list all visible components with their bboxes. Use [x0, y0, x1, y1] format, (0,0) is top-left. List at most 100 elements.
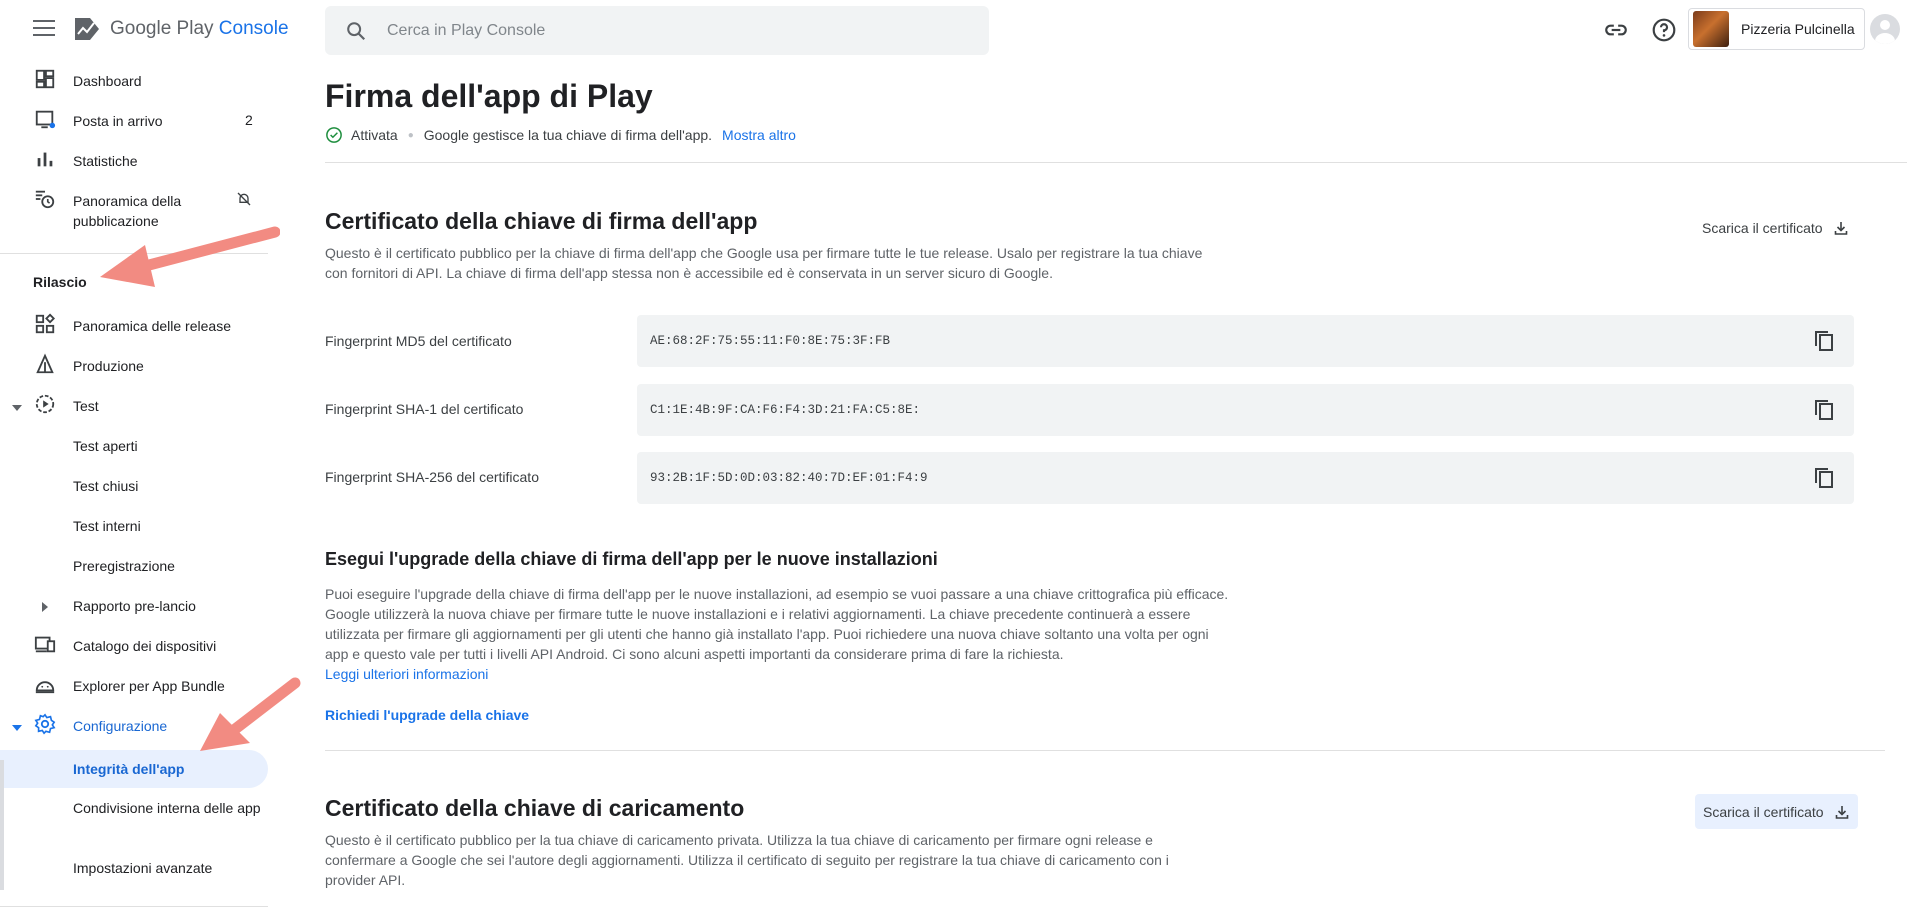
sha256-value: 93:2B:1F:5D:0D:03:82:40:7D:EF:01:F4:9 — [650, 471, 928, 485]
sidebar-item-label: Preregistrazione — [73, 558, 175, 574]
signing-cert-title: Certificato della chiave di firma dell'a… — [325, 208, 758, 234]
sha256-label: Fingerprint SHA-256 del certificato — [325, 469, 539, 485]
play-console-logo-icon — [75, 18, 99, 40]
download-upload-cert-button[interactable]: Scarica il certificato — [1695, 794, 1858, 829]
download-signing-cert-button[interactable]: Scarica il certificato — [1694, 212, 1857, 244]
android-bundle-icon — [35, 681, 55, 694]
logo-console: Console — [218, 18, 289, 39]
sidebar-item-app-bundle-explorer[interactable]: Explorer per App Bundle — [0, 670, 268, 706]
separator-dot: ● — [407, 129, 414, 141]
upgrade-key-title: Esegui l'upgrade della chiave di firma d… — [325, 549, 938, 569]
sidebar-item-internal-app-sharing[interactable]: Condivisione interna delle app — [0, 796, 268, 848]
publishing-overview-icon — [35, 190, 55, 209]
md5-value: AE:68:2F:75:55:11:F0:8E:75:3F:FB — [650, 334, 891, 348]
sidebar-item-advanced-settings[interactable]: Impostazioni avanzate — [0, 856, 268, 892]
copy-icon[interactable] — [1812, 398, 1836, 422]
inbox-icon — [35, 110, 56, 129]
sidebar-item-label: Produzione — [73, 358, 144, 374]
sidebar-item-open-testing[interactable]: Test aperti — [0, 430, 268, 466]
upload-cert-title: Certificato della chiave di caricamento — [325, 795, 745, 821]
release-overview-icon — [35, 313, 56, 334]
sidebar-item-production[interactable]: Produzione — [0, 350, 268, 386]
search-bar[interactable] — [325, 6, 989, 55]
copy-icon[interactable] — [1812, 466, 1836, 490]
dashboard-icon — [35, 69, 55, 89]
signing-cert-description: Questo è il certificato pubblico per la … — [325, 245, 1203, 281]
sidebar-item-label: Test interni — [73, 518, 141, 534]
sha1-label: Fingerprint SHA-1 del certificato — [325, 401, 524, 417]
download-button-label: Scarica il certificato — [1703, 803, 1824, 820]
sidebar-item-label: Condivisione interna delle app — [73, 800, 261, 816]
gear-icon — [34, 713, 56, 735]
search-input[interactable] — [387, 21, 947, 40]
download-button-label: Scarica il certificato — [1702, 220, 1823, 236]
user-avatar[interactable] — [1870, 14, 1900, 44]
account-switcher[interactable]: Pizzeria Pulcinella — [1688, 8, 1865, 50]
sidebar-item-pre-launch-report[interactable]: Rapporto pre-lancio — [0, 590, 268, 626]
sidebar-item-preregistration[interactable]: Preregistrazione — [0, 550, 268, 586]
notifications-off-icon — [237, 192, 251, 206]
sidebar-item-testing[interactable]: Test — [0, 390, 268, 426]
status-description: Google gestisce la tua chiave di firma d… — [423, 127, 713, 143]
sidebar-item-label: Integrità dell'app — [73, 761, 185, 777]
md5-fingerprint-field: AE:68:2F:75:55:11:F0:8E:75:3F:FB — [637, 315, 1854, 367]
sidebar-item-label: Statistiche — [73, 153, 138, 169]
download-icon — [1834, 222, 1847, 235]
sidebar-item-label: Panoramica della pubblicazione — [73, 193, 182, 229]
chevron-down-icon — [12, 725, 22, 731]
logo-text: Google Play Console — [110, 18, 289, 40]
sidebar-divider — [0, 253, 268, 254]
upload-cert-description: Questo è il certificato pubblico per la … — [325, 832, 1169, 888]
sidebar-item-label: Panoramica delle release — [73, 318, 231, 334]
sidebar-scrollbar[interactable] — [0, 760, 4, 890]
sidebar-item-label: Rapporto pre-lancio — [73, 598, 196, 614]
page-title: Firma dell'app di Play — [325, 78, 653, 114]
sidebar-item-label: Test — [73, 398, 99, 414]
play-console-logo[interactable]: Google Play Console — [72, 14, 289, 44]
sidebar-item-release-overview[interactable]: Panoramica delle release — [0, 310, 268, 346]
sidebar-item-label: Catalogo dei dispositivi — [73, 638, 217, 654]
search-icon — [347, 21, 366, 40]
logo-brand: Google Play — [110, 18, 214, 39]
status-badge: Attivata — [351, 127, 398, 143]
sidebar-item-device-catalog[interactable]: Catalogo dei dispositivi — [0, 630, 268, 666]
md5-label: Fingerprint MD5 del certificato — [325, 333, 512, 349]
section-title-release: Rilascio — [33, 274, 87, 290]
sidebar-item-app-integrity[interactable]: Integrità dell'app — [0, 750, 268, 788]
account-avatar — [1693, 11, 1729, 47]
sidebar-item-label: Dashboard — [73, 73, 142, 89]
show-more-link[interactable]: Mostra altro — [722, 127, 796, 143]
sidebar-item-label: Test chiusi — [73, 478, 139, 494]
play-console-app: Google Play Console Pizzeria Pulcinella — [0, 0, 1907, 923]
link-icon[interactable] — [1603, 17, 1629, 43]
sidebar-item-label: Explorer per App Bundle — [73, 678, 225, 694]
sidebar-item-dashboard[interactable]: Dashboard — [0, 64, 268, 100]
sidebar-item-setup[interactable]: Configurazione — [0, 710, 268, 746]
bar-chart-icon — [37, 152, 53, 167]
header-divider — [325, 162, 1907, 163]
copy-icon[interactable] — [1812, 329, 1836, 353]
sha1-value: C1:1E:4B:9F:CA:F6:F4:3D:21:FA:C5:8E: — [650, 403, 921, 417]
request-key-upgrade-button[interactable]: Richiedi l'upgrade della chiave — [325, 707, 529, 723]
sidebar-item-inbox[interactable]: Posta in arrivo 2 — [0, 104, 268, 140]
sidebar-item-internal-testing[interactable]: Test interni — [0, 510, 268, 546]
menu-icon[interactable] — [33, 20, 55, 38]
account-name: Pizzeria Pulcinella — [1741, 21, 1855, 37]
testing-icon — [35, 394, 55, 414]
sidebar-item-publishing-overview[interactable]: Panoramica della pubblicazione — [0, 184, 268, 240]
sha256-fingerprint-field: 93:2B:1F:5D:0D:03:82:40:7D:EF:01:F4:9 — [637, 452, 1854, 504]
chevron-right-icon — [42, 602, 48, 612]
sidebar: Dashboard Posta in arrivo 2 Statistiche — [0, 60, 272, 923]
devices-icon — [34, 636, 56, 653]
sidebar-item-statistics[interactable]: Statistiche — [0, 144, 268, 180]
section-divider — [325, 750, 1885, 751]
production-icon — [36, 353, 54, 374]
upgrade-description-text: Puoi eseguire l'upgrade della chiave di … — [325, 586, 1229, 662]
help-icon[interactable] — [1651, 17, 1677, 43]
sidebar-item-label: Impostazioni avanzate — [73, 860, 213, 876]
sidebar-divider — [0, 906, 268, 907]
sidebar-item-closed-testing[interactable]: Test chiusi — [0, 470, 268, 506]
sidebar-item-label: Posta in arrivo — [73, 113, 163, 129]
learn-more-link[interactable]: Leggi ulteriori informazioni — [325, 666, 488, 682]
inbox-count-badge: 2 — [245, 112, 253, 128]
